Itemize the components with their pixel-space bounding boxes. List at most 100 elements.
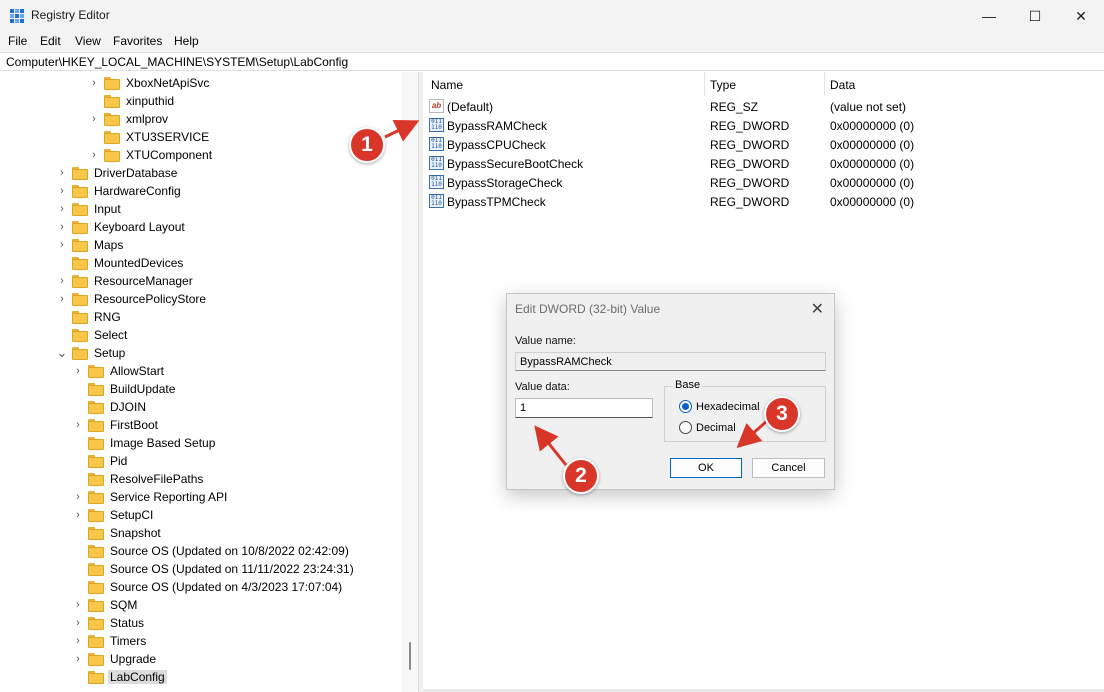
folder-icon (88, 508, 104, 522)
key-tree-pane[interactable]: › XboxNetApiSvc xinputhid › xmlprov XTU3SERVI… (0, 72, 418, 692)
base-label: Base (673, 379, 703, 391)
tree-item[interactable]: › DriverDatabase (56, 164, 179, 182)
tree-item-label: ResourceManager (94, 274, 193, 288)
value-data-input[interactable]: 1 (515, 398, 653, 418)
tree-item[interactable]: › AllowStart (72, 362, 166, 380)
column-header-type[interactable]: Type (710, 78, 736, 92)
tree-item[interactable]: MountedDevices (56, 254, 185, 272)
tree-item[interactable]: Snapshot (72, 524, 163, 542)
menu-favorites[interactable]: Favorites (113, 34, 162, 48)
value-row[interactable]: 011 110 BypassCPUCheck REG_DWORD 0x00000000 … (423, 135, 1104, 154)
tree-item[interactable]: › ResourcePolicyStore (56, 290, 208, 308)
column-header-name[interactable]: Name (431, 78, 463, 92)
tree-item[interactable]: › Timers (72, 632, 148, 650)
chevron-right-icon[interactable]: › (56, 164, 68, 182)
tree-item[interactable]: BuildUpdate (72, 380, 177, 398)
chevron-right-icon[interactable]: › (72, 488, 84, 506)
menu-file[interactable]: File (8, 34, 27, 48)
tree-scrollbar[interactable] (402, 72, 418, 692)
tree-item[interactable]: ResolveFilePaths (72, 470, 205, 488)
value-row[interactable]: 011 110 BypassRAMCheck REG_DWORD 0x00000000 … (423, 116, 1104, 135)
chevron-right-icon[interactable]: › (72, 506, 84, 524)
chevron-right-icon[interactable]: › (56, 200, 68, 218)
chevron-right-icon[interactable]: › (72, 614, 84, 632)
chevron-right-icon[interactable]: › (56, 272, 68, 290)
chevron-right-icon[interactable]: › (88, 74, 100, 92)
value-data: 0x00000000 (0) (830, 176, 915, 190)
chevron-right-icon[interactable]: › (72, 362, 84, 380)
chevron-right-icon[interactable]: › (72, 596, 84, 614)
folder-icon (88, 562, 104, 576)
tree-item[interactable]: RNG (56, 308, 123, 326)
column-divider[interactable] (704, 72, 705, 96)
value-name-field[interactable]: BypassRAMCheck (515, 352, 826, 371)
tree-item[interactable]: › Maps (56, 236, 125, 254)
chevron-down-icon[interactable]: ⌄ (56, 344, 68, 362)
tree-item[interactable]: Pid (72, 452, 129, 470)
tree-item[interactable]: › Status (72, 614, 146, 632)
chevron-right-icon[interactable]: › (56, 290, 68, 308)
cancel-button[interactable]: Cancel (752, 458, 825, 478)
chevron-right-icon[interactable]: › (88, 146, 100, 164)
string-value-icon: ab (429, 99, 444, 113)
tree-item-label: Service Reporting API (110, 490, 228, 504)
tree-item[interactable]: Image Based Setup (72, 434, 217, 452)
chevron-right-icon[interactable]: › (56, 218, 68, 236)
decimal-radio[interactable]: Decimal (679, 421, 736, 434)
tree-item[interactable]: › ResourceManager (56, 272, 195, 290)
tree-connector (72, 668, 84, 686)
tree-item[interactable]: DJOIN (72, 398, 148, 416)
tree-item[interactable]: › HardwareConfig (56, 182, 183, 200)
tree-item[interactable]: › XTUComponent (88, 146, 214, 164)
folder-icon (72, 310, 88, 324)
tree-item[interactable]: › Input (56, 200, 123, 218)
value-row[interactable]: 011 110 BypassSecureBootCheck REG_DWORD 0x00… (423, 154, 1104, 173)
chevron-right-icon[interactable]: › (72, 416, 84, 434)
tree-item[interactable]: › Keyboard Layout (56, 218, 187, 236)
minimize-button[interactable]: — (966, 0, 1012, 32)
value-row[interactable]: 011 110 BypassTPMCheck REG_DWORD 0x00000000 … (423, 192, 1104, 211)
tree-item[interactable]: Source OS (Updated on 10/8/2022 02:42:09… (72, 542, 351, 560)
tree-item[interactable]: LabConfig (72, 668, 167, 686)
maximize-button[interactable]: ☐ (1012, 0, 1058, 32)
chevron-right-icon[interactable]: › (72, 650, 84, 668)
base-groupbox: Base Hexadecimal Decimal (664, 379, 826, 442)
close-button[interactable]: ✕ (1058, 0, 1104, 32)
hexadecimal-radio[interactable]: Hexadecimal (679, 400, 760, 413)
tree-item[interactable]: Source OS (Updated on 11/11/2022 23:24:3… (72, 560, 356, 578)
tree-item[interactable]: › XboxNetApiSvc (88, 74, 211, 92)
column-divider[interactable] (824, 72, 825, 96)
value-row[interactable]: 011 110 BypassStorageCheck REG_DWORD 0x00000… (423, 173, 1104, 192)
menu-help[interactable]: Help (174, 34, 199, 48)
folder-icon (104, 94, 120, 108)
chevron-right-icon[interactable]: › (56, 236, 68, 254)
chevron-right-icon[interactable]: › (56, 182, 68, 200)
address-bar[interactable]: Computer\HKEY_LOCAL_MACHINE\SYSTEM\Setup… (0, 52, 1104, 71)
menu-edit[interactable]: Edit (40, 34, 61, 48)
dialog-close-button[interactable]: ✕ (811, 299, 824, 319)
chevron-right-icon[interactable]: › (88, 110, 100, 128)
tree-item[interactable]: Source OS (Updated on 4/3/2023 17:07:04) (72, 578, 344, 596)
tree-item[interactable]: ⌄ Setup (56, 344, 127, 362)
column-header-data[interactable]: Data (830, 78, 855, 92)
value-name: (Default) (447, 100, 494, 114)
ok-button[interactable]: OK (670, 458, 742, 478)
tree-item[interactable]: › SQM (72, 596, 139, 614)
folder-icon (88, 580, 104, 594)
tree-item[interactable]: › xmlprov (88, 110, 170, 128)
tree-item[interactable]: › FirstBoot (72, 416, 160, 434)
tree-item[interactable]: xinputhid (88, 92, 176, 110)
tree-scrollbar-thumb[interactable] (409, 642, 411, 670)
value-data: (value not set) (830, 100, 907, 114)
tree-item-label: Image Based Setup (110, 436, 216, 450)
menu-view[interactable]: View (75, 34, 101, 48)
tree-item[interactable]: XTU3SERVICE (88, 128, 211, 146)
tree-item[interactable]: › Service Reporting API (72, 488, 229, 506)
tree-item[interactable]: › SetupCI (72, 506, 155, 524)
tree-item[interactable]: › Upgrade (72, 650, 158, 668)
tree-connector (72, 560, 84, 578)
tree-item[interactable]: Select (56, 326, 129, 344)
chevron-right-icon[interactable]: › (72, 632, 84, 650)
tree-item-label: DJOIN (110, 400, 146, 414)
value-row[interactable]: ab (Default) REG_SZ (value not set) (423, 97, 1104, 116)
